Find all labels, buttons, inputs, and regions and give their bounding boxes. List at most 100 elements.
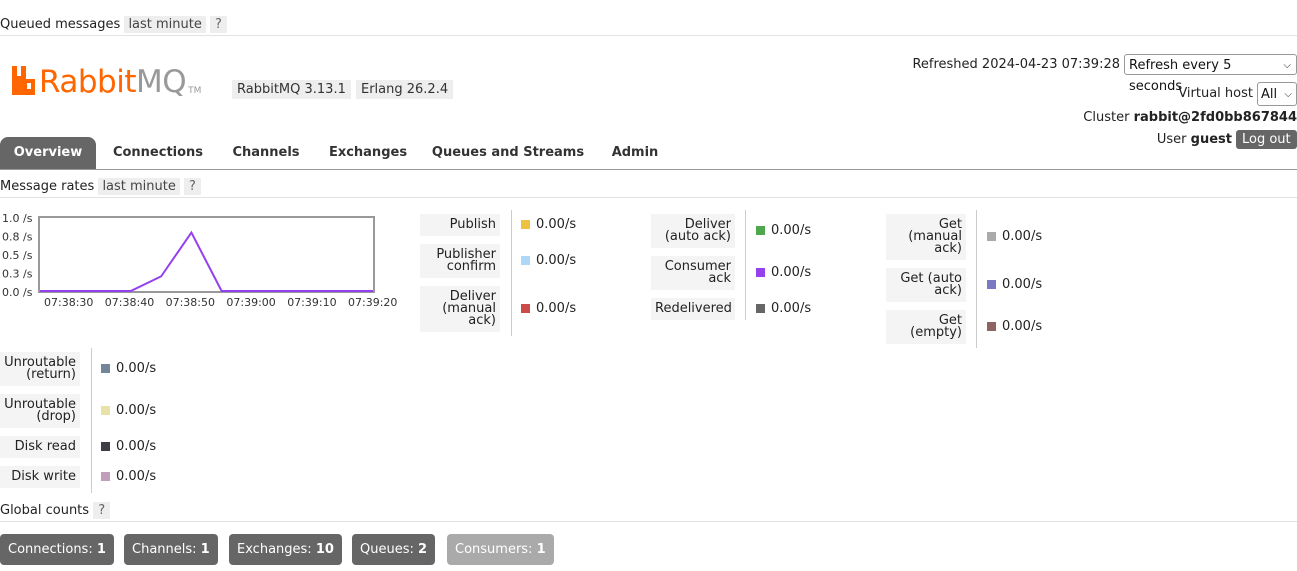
rate-value: 0.00/s bbox=[101, 403, 156, 418]
refreshed-info: Refreshed 2024-04-23 07:39:28 bbox=[912, 57, 1120, 72]
x-tick-label: 07:38:30 bbox=[44, 296, 93, 309]
tab-exchanges[interactable]: Exchanges bbox=[322, 137, 414, 169]
rate-value-text: 0.00/s bbox=[536, 253, 577, 268]
rate-label-line: Redelivered bbox=[655, 301, 732, 316]
y-tick-label: 0.3 /s bbox=[2, 268, 33, 281]
queued-messages-header[interactable]: Queued messages last minute ? bbox=[0, 16, 227, 33]
rate-value: 0.00/s bbox=[987, 319, 1042, 334]
rate-label: Publisher confirm bbox=[420, 244, 500, 278]
rate-value-text: 0.00/s bbox=[116, 439, 157, 454]
cluster-name: rabbit@2fd0bb867844 bbox=[1133, 110, 1297, 125]
rate-label-line: Disk read bbox=[14, 439, 76, 454]
divider bbox=[0, 35, 1297, 36]
rate-value: 0.00/s bbox=[756, 301, 811, 316]
rate-value-text: 0.00/s bbox=[1002, 319, 1043, 334]
rabbitmq-version: RabbitMQ 3.13.1 bbox=[232, 80, 351, 99]
time-range-tag[interactable]: last minute bbox=[98, 178, 180, 195]
rate-value-text: 0.00/s bbox=[771, 301, 812, 316]
rate-label-line: (empty) bbox=[910, 325, 962, 340]
legend-swatch[interactable] bbox=[987, 322, 996, 331]
legend-swatch[interactable] bbox=[521, 304, 530, 313]
chart-series-line bbox=[40, 230, 373, 292]
column-divider bbox=[745, 210, 746, 320]
rate-label: Get (empty) bbox=[886, 310, 966, 344]
count-channels[interactable]: Channels: 1 bbox=[124, 534, 218, 565]
count-exchanges[interactable]: Exchanges: 10 bbox=[229, 534, 342, 565]
vhost-select-value: All bbox=[1261, 87, 1278, 102]
legend-swatch[interactable] bbox=[521, 220, 530, 229]
count-label: Exchanges: bbox=[237, 542, 312, 557]
legend-swatch[interactable] bbox=[101, 442, 110, 451]
rate-label: Unroutable (return) bbox=[0, 352, 80, 386]
count-label: Consumers: bbox=[455, 542, 533, 557]
count-label: Channels: bbox=[132, 542, 197, 557]
rate-label: Deliver (manual ack) bbox=[420, 286, 500, 332]
rate-label-line: (return) bbox=[26, 367, 76, 382]
column-divider bbox=[976, 210, 977, 348]
tab-admin[interactable]: Admin bbox=[604, 137, 666, 169]
message-rates-header[interactable]: Message rates last minute ? bbox=[0, 178, 201, 195]
legend-swatch[interactable] bbox=[987, 280, 996, 289]
rate-label: Get (manual ack) bbox=[886, 214, 966, 260]
cluster-label: Cluster bbox=[1083, 110, 1130, 125]
help-icon[interactable]: ? bbox=[210, 16, 227, 33]
section-title: Queued messages bbox=[0, 17, 121, 32]
chevron-down-icon: ⌵ bbox=[1283, 60, 1291, 71]
section-title: Message rates bbox=[0, 179, 95, 194]
x-tick-label: 07:39:00 bbox=[226, 296, 275, 309]
vhost-label: Virtual host bbox=[1178, 86, 1253, 101]
logout-button[interactable]: Log out bbox=[1236, 130, 1297, 149]
tab-channels[interactable]: Channels bbox=[226, 137, 306, 169]
chart-frame bbox=[38, 216, 375, 293]
chevron-down-icon: ⌵ bbox=[1284, 89, 1292, 100]
rate-value: 0.00/s bbox=[987, 277, 1042, 292]
help-icon[interactable]: ? bbox=[184, 178, 201, 195]
count-value: 10 bbox=[315, 542, 334, 557]
y-tick-label: 0.5 /s bbox=[2, 249, 33, 262]
count-value: 2 bbox=[418, 542, 428, 557]
time-range-tag[interactable]: last minute bbox=[124, 16, 206, 33]
rate-label-line: (drop) bbox=[36, 409, 76, 424]
rabbitmq-logo[interactable]: Rabbit MQ TM bbox=[10, 64, 201, 98]
x-tick-label: 07:38:40 bbox=[105, 296, 154, 309]
legend-swatch[interactable] bbox=[521, 256, 530, 265]
legend-swatch[interactable] bbox=[987, 232, 996, 241]
legend-swatch[interactable] bbox=[756, 226, 765, 235]
legend-swatch[interactable] bbox=[101, 472, 110, 481]
legend-swatch[interactable] bbox=[101, 406, 110, 415]
user-info: User guest bbox=[1157, 132, 1232, 147]
rate-value-text: 0.00/s bbox=[1002, 229, 1043, 244]
rate-label-line: ack) bbox=[934, 283, 962, 298]
rate-label-line: ack bbox=[708, 271, 731, 286]
global-counts-header[interactable]: Global counts ? bbox=[0, 502, 111, 519]
user-name: guest bbox=[1190, 132, 1232, 147]
count-connections[interactable]: Connections: 1 bbox=[0, 534, 114, 565]
tab-queues-and-streams[interactable]: Queues and Streams bbox=[430, 137, 586, 169]
erlang-version: Erlang 26.2.4 bbox=[356, 80, 454, 99]
x-tick-label: 07:38:50 bbox=[166, 296, 215, 309]
rate-value: 0.00/s bbox=[521, 301, 576, 316]
rate-label: Redelivered bbox=[651, 298, 735, 320]
message-rates-chart: 1.0 /s 0.8 /s 0.5 /s 0.3 /s 0.0 /s 07:38:30 0… bbox=[2, 212, 397, 309]
tab-overview[interactable]: Overview bbox=[0, 137, 96, 169]
legend-swatch[interactable] bbox=[756, 304, 765, 313]
legend-swatch[interactable] bbox=[756, 268, 765, 277]
rate-value-text: 0.00/s bbox=[536, 301, 577, 316]
refreshed-time: 2024-04-23 07:39:28 bbox=[981, 57, 1120, 72]
legend-swatch[interactable] bbox=[101, 364, 110, 373]
rate-value: 0.00/s bbox=[756, 223, 811, 238]
x-tick-label: 07:39:10 bbox=[287, 296, 336, 309]
rate-label: Deliver (auto ack) bbox=[651, 214, 735, 248]
refresh-select[interactable]: Refresh every 5 seconds ⌵ bbox=[1124, 54, 1297, 94]
vhost-select[interactable]: All ⌵ bbox=[1257, 82, 1297, 106]
rate-label: Disk write bbox=[0, 466, 80, 488]
count-value: 1 bbox=[536, 542, 546, 557]
tab-connections[interactable]: Connections bbox=[108, 137, 208, 169]
count-consumers[interactable]: Consumers: 1 bbox=[447, 534, 554, 565]
rate-value-text: 0.00/s bbox=[116, 469, 157, 484]
help-icon[interactable]: ? bbox=[93, 502, 111, 519]
count-queues[interactable]: Queues: 2 bbox=[352, 534, 436, 565]
rate-value-text: 0.00/s bbox=[116, 403, 157, 418]
rate-value: 0.00/s bbox=[987, 229, 1042, 244]
rate-label-line: (auto ack) bbox=[664, 229, 731, 244]
